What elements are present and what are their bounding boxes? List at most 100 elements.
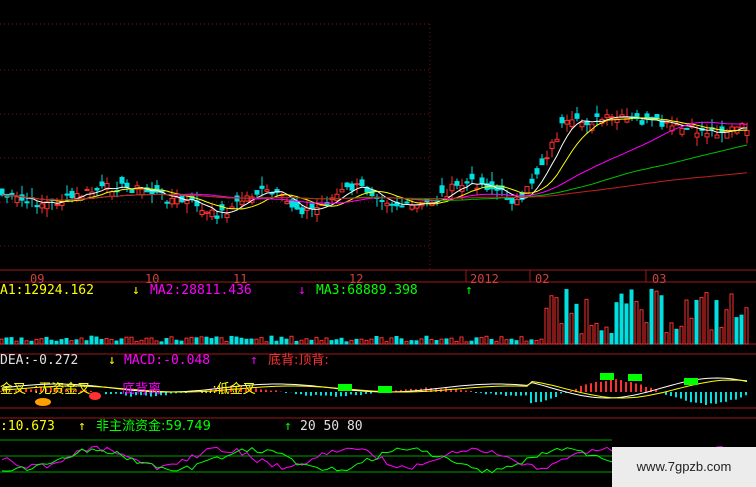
macd-cross-marker-1: [378, 386, 392, 393]
volume-bar-77: [384, 341, 389, 345]
x-tick-6: 03: [652, 272, 667, 286]
volume-bar-115: [574, 303, 579, 345]
volume-bar-14: [69, 340, 74, 345]
volume-bar-108: [539, 338, 544, 345]
candle-body-137: [684, 127, 690, 130]
volume-ma3-value: MA3:68889.398: [316, 283, 418, 298]
volume-bar-133: [664, 332, 669, 345]
candle-body-19: [94, 187, 100, 191]
stock-chart: 09 10 11 12 2012 02 03 A1:12924.162 ↓ MA…: [0, 0, 756, 487]
macd-cross-marker-4: [684, 378, 698, 385]
volume-bar-106: [529, 339, 534, 345]
funds-nonmain-value: 非主流资金:59.749: [96, 419, 211, 434]
volume-bar-146: [729, 293, 734, 345]
volume-bar-134: [669, 322, 674, 345]
macd-cross-marker-3: [628, 374, 642, 381]
volume-bar-85: [424, 335, 429, 345]
macd-value: MACD:-0.048: [124, 353, 211, 368]
volume-bar-56: [279, 336, 284, 345]
volume-bar-2: [9, 337, 14, 345]
volume-bar-142: [709, 329, 714, 345]
volume-bar-61: [304, 338, 309, 345]
volume-bar-48: [239, 337, 244, 345]
volume-bar-120: [599, 330, 604, 345]
volume-bar-99: [494, 340, 499, 345]
macd-bottom-divergence-text: 底背离: [122, 382, 162, 397]
candle-body-70: [349, 183, 355, 191]
volume-bar-18: [89, 335, 94, 345]
volume-bar-144: [719, 326, 724, 345]
volume-bar-22: [109, 338, 114, 345]
candle-body-69: [344, 182, 350, 188]
volume-bar-55: [274, 340, 279, 345]
candle-body-60: [299, 207, 305, 215]
volume-bar-32: [159, 341, 164, 345]
volume-bar-57: [284, 338, 289, 345]
volume-bar-86: [429, 338, 434, 345]
chart-canvas: [0, 23, 756, 474]
volume-bar-121: [604, 326, 609, 345]
candle-body-96: [479, 177, 485, 185]
candle-body-128: [639, 120, 645, 125]
volume-bar-52: [259, 337, 264, 345]
volume-bar-34: [169, 336, 174, 345]
candle-body-51: [254, 190, 260, 195]
volume-bar-104: [519, 336, 524, 345]
volume-bar-129: [644, 322, 649, 345]
candle-body-106: [529, 178, 535, 184]
volume-bar-139: [694, 299, 699, 345]
volume-bar-107: [534, 339, 539, 345]
volume-bar-122: [609, 332, 614, 345]
volume-bar-10: [49, 339, 54, 345]
candle-body-76: [379, 200, 385, 203]
volume-ma1-arrow: ↓: [132, 283, 140, 298]
candle-body-72: [359, 179, 365, 187]
macd-signal-marker-0: [35, 398, 51, 406]
volume-ma2-arrow: ↓: [298, 283, 306, 298]
candle-body-34: [169, 197, 175, 205]
candle-body-8: [39, 203, 45, 209]
volume-bar-83: [414, 340, 419, 345]
candle-body-45: [224, 213, 230, 218]
volume-bar-74: [369, 338, 374, 345]
volume-bar-21: [104, 338, 109, 345]
candle-body-107: [534, 168, 540, 175]
volume-bar-82: [409, 340, 414, 345]
candle-body-48: [239, 200, 245, 206]
candle-body-25: [124, 182, 130, 188]
candle-body-2: [9, 192, 15, 195]
volume-bar-11: [54, 340, 59, 345]
volume-bar-94: [469, 340, 474, 345]
volume-bar-136: [679, 325, 684, 345]
volume-bar-13: [64, 337, 69, 345]
volume-bar-109: [544, 307, 549, 345]
candle-body-62: [309, 203, 315, 210]
volume-bar-44: [219, 337, 224, 345]
candle-body-67: [334, 193, 340, 202]
volume-bar-118: [589, 325, 594, 345]
candle-body-119: [594, 113, 600, 117]
volume-bar-78: [389, 337, 394, 345]
volume-bar-47: [234, 336, 239, 345]
volume-bar-105: [524, 340, 529, 345]
candle-body-22: [109, 191, 115, 197]
macd-golden-cross-text: 金叉: [0, 382, 27, 397]
volume-bar-127: [634, 301, 639, 345]
volume-bar-103: [514, 340, 519, 345]
volume-bar-19: [94, 336, 99, 345]
volume-bar-79: [394, 336, 399, 345]
volume-bar-1: [4, 337, 9, 345]
volume-bar-70: [349, 339, 354, 345]
volume-bar-124: [619, 293, 624, 345]
volume-bar-59: [294, 340, 299, 345]
candle-body-42: [209, 209, 215, 218]
candle-body-149: [744, 130, 750, 136]
candle-body-11: [54, 203, 60, 206]
volume-bar-9: [44, 336, 49, 345]
volume-bar-29: [144, 337, 149, 345]
candle-body-133: [664, 121, 670, 124]
macd-dea-value: DEA:-0.272: [0, 353, 79, 368]
volume-bar-4: [19, 337, 24, 345]
volume-bar-49: [244, 338, 249, 345]
volume-bar-137: [684, 299, 689, 345]
